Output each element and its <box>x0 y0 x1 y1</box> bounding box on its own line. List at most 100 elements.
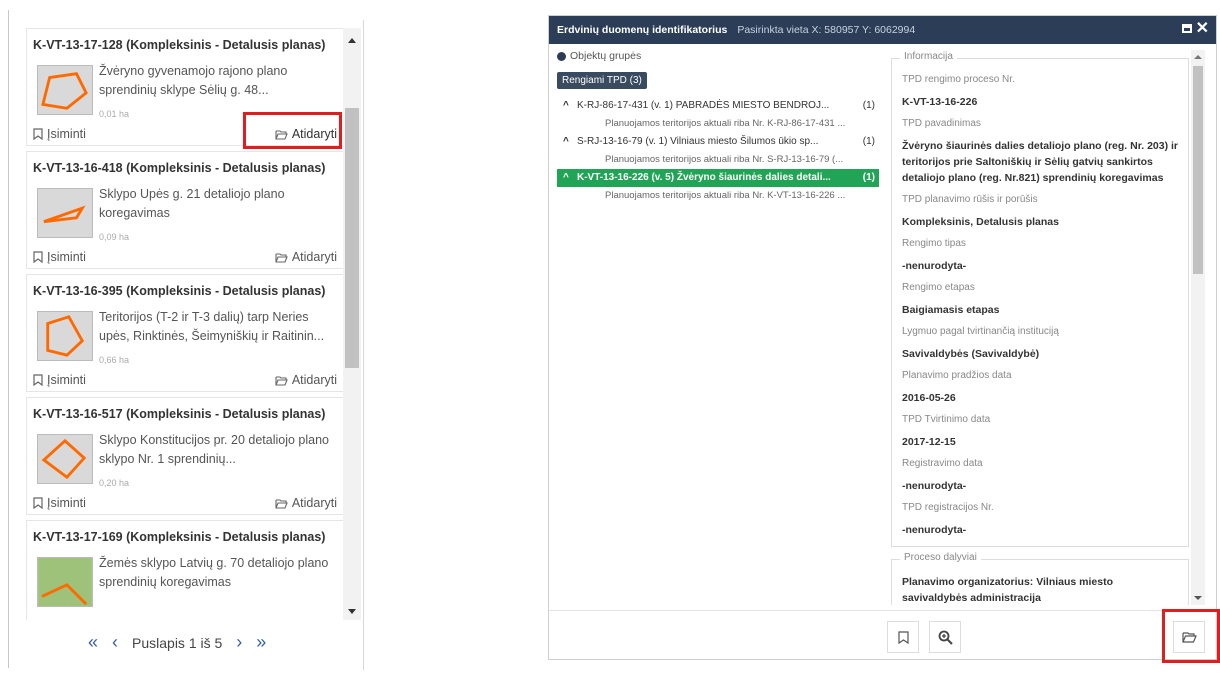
list-item[interactable]: K-VT-13-16-395 (Kompleksinis - Detalusis… <box>26 274 344 392</box>
tree-item-label: K-VT-13-16-226 (v. 5) Žvėryno šiaurinės … <box>577 172 831 183</box>
bookmark-icon <box>33 374 43 386</box>
close-icon[interactable]: ✕ <box>1196 20 1209 38</box>
scroll-thumb[interactable] <box>1193 66 1203 274</box>
tree-item[interactable]: ^ S-RJ-13-16-79 (v. 1) Vilniaus miesto Š… <box>557 133 879 151</box>
info-label: Lygmuo pagal tvirtinančią instituciją <box>902 326 1059 337</box>
list-item[interactable]: K-VT-13-16-517 (Kompleksinis - Detalusis… <box>26 397 344 515</box>
tpd-group-badge[interactable]: Rengiami TPD (3) <box>557 72 647 89</box>
next-page-button[interactable]: › <box>236 632 242 653</box>
first-page-button[interactable]: « <box>88 632 98 653</box>
folder-open-icon <box>275 252 288 263</box>
bookmark-icon <box>33 128 43 140</box>
info-label: TPD planavimo rūšis ir porūšis <box>902 194 1038 205</box>
scroll-thumb[interactable] <box>345 108 359 368</box>
info-value: 2016-05-26 <box>902 392 956 404</box>
item-description: Sklypo Upės g. 21 detaliojo plano korega… <box>99 187 285 220</box>
prev-page-button[interactable]: ‹ <box>112 632 118 653</box>
info-value: Žvėryno šiaurinės dalies detaliojo plano… <box>902 140 1179 184</box>
open-button[interactable]: Atidaryti <box>275 250 337 264</box>
scroll-down-icon[interactable] <box>348 609 356 614</box>
info-label: TPD rengimo proceso Nr. <box>902 74 1015 85</box>
chevron-up-icon[interactable]: ^ <box>563 133 569 151</box>
scroll-down-icon[interactable] <box>1194 596 1202 600</box>
object-groups-header: Objektų grupės <box>557 50 879 62</box>
folder-open-icon <box>275 375 288 386</box>
item-title[interactable]: K-VT-13-16-418 (Kompleksinis - Detalusis… <box>33 161 325 175</box>
info-value: -nenurodyta- <box>902 480 967 492</box>
info-scrollbar[interactable] <box>1191 50 1205 605</box>
remember-button[interactable]: Įsiminti <box>33 127 86 141</box>
info-value: -nenurodyta- <box>902 260 967 272</box>
info-legend: Informacija <box>900 51 957 62</box>
tree-subitem[interactable]: Planuojamos teritorijos aktuali riba Nr.… <box>557 115 879 133</box>
process-fieldset: Proceso dalyviai Planavimo organizatoriu… <box>891 552 1189 605</box>
list-scrollbar[interactable] <box>343 28 361 620</box>
info-fieldset: Informacija TPD rengimo proceso Nr. K-VT… <box>891 51 1189 547</box>
item-area: 0,20 ha <box>99 478 130 488</box>
info-label: Rengimo etapas <box>902 282 975 293</box>
remember-button[interactable]: Įsiminti <box>33 373 86 387</box>
process-legend: Proceso dalyviai <box>900 552 981 563</box>
open-button[interactable]: Atidaryti <box>275 373 337 387</box>
tree-item[interactable]: ^ K-RJ-86-17-431 (v. 1) PABRADĖS MIESTO … <box>557 97 879 115</box>
zoom-in-icon <box>938 630 953 645</box>
identification-panel: Erdvinių duomenų identifikatorius Pasiri… <box>548 15 1217 660</box>
tree-item-label: S-RJ-13-16-79 (v. 1) Vilniaus miesto Šil… <box>577 136 819 147</box>
folder-open-icon <box>275 498 288 509</box>
chevron-up-icon[interactable]: ^ <box>563 97 569 115</box>
scroll-up-icon[interactable] <box>348 38 356 43</box>
page-indicator: Puslapis 1 iš 5 <box>132 634 223 651</box>
zoom-to-button[interactable] <box>929 621 961 653</box>
remember-label: Įsiminti <box>47 127 86 141</box>
tree-item-selected[interactable]: ^ K-VT-13-16-226 (v. 5) Žvėryno šiaurinė… <box>557 169 879 187</box>
panel-header: Erdvinių duomenų identifikatorius Pasiri… <box>549 16 1216 44</box>
bookmark-button[interactable] <box>887 621 919 653</box>
open-label: Atidaryti <box>291 496 337 510</box>
bookmark-icon <box>33 251 43 263</box>
info-value: Kompleksinis, Detalusis planas <box>902 216 1059 228</box>
remember-button[interactable]: Įsiminti <box>33 496 86 510</box>
tree-item-count: (1) <box>862 136 875 147</box>
info-label: TPD Tvirtinimo data <box>902 414 991 425</box>
tree-subitem[interactable]: Planuojamos teritorijos aktuali riba Nr.… <box>557 187 879 205</box>
info-value: Baigiamasis etapas <box>902 304 1000 316</box>
selected-coords: Pasirinkta vieta X: 580957 Y: 6062994 <box>737 24 916 36</box>
scroll-up-icon[interactable] <box>1194 55 1202 59</box>
info-value: Savivaldybės (Savivaldybė) <box>902 348 1040 360</box>
item-description: Teritorijos (T-2 ir T-3 dalių) tarp Neri… <box>99 310 325 343</box>
list-item[interactable]: K-VT-13-17-169 (Kompleksinis - Detalusis… <box>26 520 344 620</box>
object-groups-label: Objektų grupės <box>570 50 642 62</box>
highlight-box-open <box>243 112 342 149</box>
panel-divider <box>363 20 364 670</box>
object-tree: Objektų grupės Rengiami TPD (3) ^ K-RJ-8… <box>557 50 879 205</box>
open-label: Atidaryti <box>291 373 337 387</box>
open-button[interactable]: Atidaryti <box>275 496 337 510</box>
plot-thumbnail <box>37 188 93 238</box>
plot-thumbnail <box>37 557 93 607</box>
item-area: 0,66 ha <box>99 355 130 365</box>
info-label: Registravimo data <box>902 458 983 469</box>
search-results-panel: K-VT-13-17-128 (Kompleksinis - Detalusis… <box>8 10 364 670</box>
tree-item-count: (1) <box>862 172 875 183</box>
last-page-button[interactable]: » <box>256 632 266 653</box>
maximize-icon[interactable] <box>1182 24 1192 33</box>
item-title[interactable]: K-VT-13-16-395 (Kompleksinis - Detalusis… <box>33 284 325 298</box>
group-dot-icon <box>557 51 566 61</box>
item-title[interactable]: K-VT-13-17-169 (Kompleksinis - Detalusis… <box>33 530 325 544</box>
plot-thumbnail <box>37 311 93 361</box>
item-title[interactable]: K-VT-13-16-517 (Kompleksinis - Detalusis… <box>33 407 325 421</box>
bookmark-icon <box>897 630 909 644</box>
list-item[interactable]: K-VT-13-16-418 (Kompleksinis - Detalusis… <box>26 151 344 269</box>
panel-title: Erdvinių duomenų identifikatorius <box>557 24 728 36</box>
item-description: Žvėryno gyvenamojo rajono plano sprendin… <box>99 64 288 97</box>
item-title[interactable]: K-VT-13-17-128 (Kompleksinis - Detalusis… <box>33 38 325 52</box>
info-label: TPD registracijos Nr. <box>902 502 994 513</box>
remember-button[interactable]: Įsiminti <box>33 250 86 264</box>
item-area: 0,09 ha <box>99 232 130 242</box>
item-description: Sklypo Konstitucijos pr. 20 detaliojo pl… <box>99 433 330 466</box>
chevron-up-icon[interactable]: ^ <box>563 169 569 187</box>
tree-subitem[interactable]: Planuojamos teritorijos aktuali riba Nr.… <box>557 151 879 169</box>
item-area: 0,01 ha <box>99 109 130 119</box>
info-label: Planavimo pradžios data <box>902 370 1012 381</box>
tree-item-label: K-RJ-86-17-431 (v. 1) PABRADĖS MIESTO BE… <box>577 100 830 111</box>
